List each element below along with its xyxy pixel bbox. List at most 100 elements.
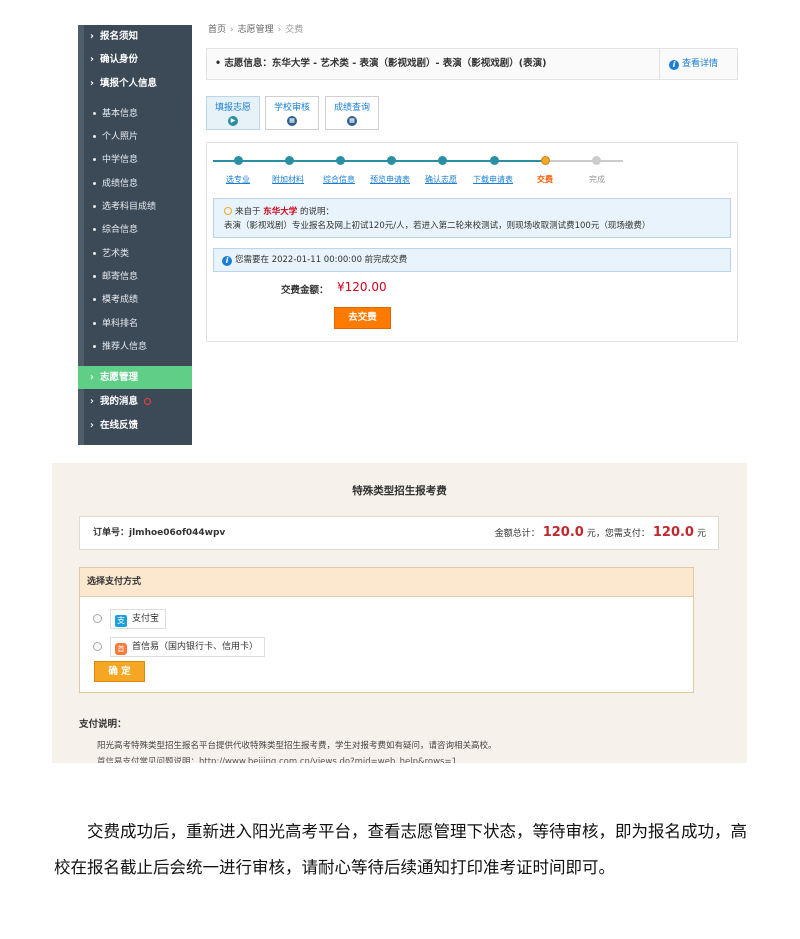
alipay-icon: 支 xyxy=(115,615,127,627)
sidebar-item-elective-grades[interactable]: 选考科目成绩 xyxy=(78,196,192,219)
bullet-icon xyxy=(93,252,96,255)
order-label: 订单号： xyxy=(93,528,130,538)
step-dot-done xyxy=(490,156,499,165)
payment-note: 阳光高考特殊类型招生报名平台提供代收特殊类型招生报考费，学生对报考费如有疑问，请… xyxy=(97,741,497,751)
payment-title: 特殊类型招生报考费 xyxy=(352,485,447,497)
sidebar-item-comprehensive[interactable]: 综合信息 xyxy=(78,219,192,242)
grid-icon: ▦ xyxy=(287,116,297,126)
payment-method-box: 选择支付方式 支支付宝 首首信易（国内银行卡、信用卡） 确 定 xyxy=(79,567,694,693)
application-info-text: • 志愿信息：东华大学 - 艺术类 - 表演（影视戏剧）- 表演（影视戏剧）(表… xyxy=(215,58,547,69)
breadcrumb: 首页 › 志愿管理 › 交费 xyxy=(208,22,303,35)
sidebar-item-verify-identity[interactable]: › 确认身份 xyxy=(78,48,192,71)
chevron-right-icon: › xyxy=(90,396,94,407)
bullet-icon xyxy=(93,228,96,231)
sidebar-item-feedback[interactable]: › 在线反馈 xyxy=(78,414,192,437)
university-notice: 来自于 东华大学 的说明： 表演（影视戏剧）专业报名及网上初试120元/人，若进… xyxy=(213,198,731,238)
notice-body: 表演（影视戏剧）专业报名及网上初试120元/人，若进入第二轮来校测试，则现场收取… xyxy=(224,221,651,231)
bullet-icon xyxy=(93,112,96,115)
bullet-icon xyxy=(93,275,96,278)
chevron-down-icon: › xyxy=(90,78,94,89)
go-pay-button[interactable]: 去交费 xyxy=(334,307,391,329)
sidebar-item-mock-exam[interactable]: 模考成绩 xyxy=(78,289,192,312)
view-details-link[interactable]: i 查看详情 xyxy=(669,49,718,79)
payease-radio[interactable] xyxy=(93,642,102,651)
notification-dot-icon xyxy=(144,398,152,405)
tab-school-review[interactable]: 学校审核 ▦ xyxy=(265,96,319,130)
university-name: 东华大学 xyxy=(263,207,298,217)
step-dot-done xyxy=(438,156,447,165)
chevron-right-icon: › xyxy=(90,420,94,431)
bullet-icon xyxy=(93,205,96,208)
sidebar-item-messages[interactable]: › 我的消息 xyxy=(78,390,192,413)
order-summary: 订单号：jlmhoe06of044wpv 金额总计： 120.0 元，您需支付： 12… xyxy=(79,516,719,550)
step-comprehensive-info[interactable]: 综合信息 xyxy=(323,174,355,185)
step-dot-done xyxy=(336,156,345,165)
sidebar-item-school-info[interactable]: 中学信息 xyxy=(78,149,192,172)
alipay-option[interactable]: 支支付宝 xyxy=(110,609,167,629)
bullet-icon xyxy=(93,135,96,138)
bullet-icon xyxy=(93,182,96,185)
chevron-right-icon: › xyxy=(277,25,282,35)
fee-label: 交费金额： xyxy=(281,285,329,296)
step-confirm[interactable]: 确认志愿 xyxy=(425,174,457,185)
sidebar-item-notice[interactable]: › 报名须知 xyxy=(78,25,192,48)
sidebar-item-arts[interactable]: 艺术类 xyxy=(78,243,192,266)
step-download-form[interactable]: 下载申请表 xyxy=(473,174,513,185)
confirm-button[interactable]: 确 定 xyxy=(94,661,145,682)
chevron-right-icon: › xyxy=(90,54,94,65)
application-info-bar: • 志愿信息：东华大学 - 艺术类 - 表演（影视戏剧）- 表演（影视戏剧）(表… xyxy=(206,48,738,80)
chevron-right-icon: › xyxy=(230,25,234,35)
step-select-major[interactable]: 选专业 xyxy=(226,174,250,185)
sidebar-item-personal-info[interactable]: › 填报个人信息 xyxy=(78,72,192,95)
step-dot-todo xyxy=(592,156,601,165)
payment-page-screenshot: 特殊类型招生报考费 订单号：jlmhoe06of044wpv 金额总计： 120.… xyxy=(52,463,747,763)
step-dot-done xyxy=(234,156,243,165)
fee-amount: ¥120.00 xyxy=(337,280,387,294)
step-dot-done xyxy=(387,156,396,165)
breadcrumb-home[interactable]: 首页 xyxy=(208,25,226,35)
step-dot-current xyxy=(541,156,550,165)
info-icon: i xyxy=(222,256,232,266)
pay-amount: 120.0 xyxy=(652,525,694,540)
deadline-notice: i 您需要在 2022-01-11 00:00:00 前完成交费 xyxy=(213,248,731,272)
bullet-icon xyxy=(93,322,96,325)
bullet-icon xyxy=(93,298,96,301)
payment-method-title: 选择支付方式 xyxy=(80,568,693,597)
step-dot-done xyxy=(285,156,294,165)
total-amount: 120.0 xyxy=(542,525,584,540)
lightbulb-icon xyxy=(224,207,232,215)
alipay-radio[interactable] xyxy=(93,614,102,623)
chevron-right-icon: › xyxy=(90,372,94,383)
order-number: jlmhoe06of044wpv xyxy=(129,528,226,538)
tab-fill-application[interactable]: 填报志愿 ▶ xyxy=(206,96,260,130)
payment-faq-link[interactable]: 首信易支付常见问题说明：http://www.beijing.com.cn/vi… xyxy=(97,755,457,763)
sidebar-item-grades[interactable]: 成绩信息 xyxy=(78,173,192,196)
sidebar-item-basic-info[interactable]: 基本信息 xyxy=(78,103,192,126)
sidebar-item-referee[interactable]: 推荐人信息 xyxy=(78,336,192,359)
sidebar-item-photo[interactable]: 个人照片 xyxy=(78,126,192,149)
breadcrumb-current: 交费 xyxy=(285,25,304,35)
sidebar-item-subject-rank[interactable]: 单科排名 xyxy=(78,313,192,336)
order-amounts: 金额总计： 120.0 元，您需支付： 120.0 元 xyxy=(494,525,706,540)
payment-panel xyxy=(206,142,738,342)
tab-label: 填报志愿 xyxy=(214,103,251,113)
step-complete: 完成 xyxy=(589,175,605,184)
play-icon: ▶ xyxy=(228,116,238,126)
step-payment: 交费 xyxy=(537,175,553,184)
step-extra-materials[interactable]: 附加材料 xyxy=(272,174,304,185)
sidebar-item-application-mgmt[interactable]: › 志愿管理 xyxy=(78,366,192,389)
breadcrumb-section[interactable]: 志愿管理 xyxy=(238,25,274,35)
tab-score-query[interactable]: 成绩查询 ▦ xyxy=(325,96,379,130)
step-preview-form[interactable]: 预览申请表 xyxy=(370,174,410,185)
payease-icon: 首 xyxy=(115,643,127,655)
chevron-right-icon: › xyxy=(90,31,94,42)
grid-icon: ▦ xyxy=(347,116,357,126)
info-icon: i xyxy=(669,60,679,70)
bullet-icon xyxy=(93,158,96,161)
instruction-paragraph: 交费成功后，重新进入阳光高考平台，查看志愿管理下状态，等待审核，即为报名成功，高… xyxy=(54,822,747,877)
tab-label: 成绩查询 xyxy=(333,103,370,113)
payment-notes-title: 支付说明： xyxy=(79,719,127,730)
application-portal-screenshot: › 报名须知 › 确认身份 › 填报个人信息 基本信息 个人照片 中学信息 成绩信息 … xyxy=(0,0,800,450)
sidebar-item-mailing[interactable]: 邮寄信息 xyxy=(78,266,192,289)
payease-option[interactable]: 首首信易（国内银行卡、信用卡） xyxy=(110,637,266,657)
